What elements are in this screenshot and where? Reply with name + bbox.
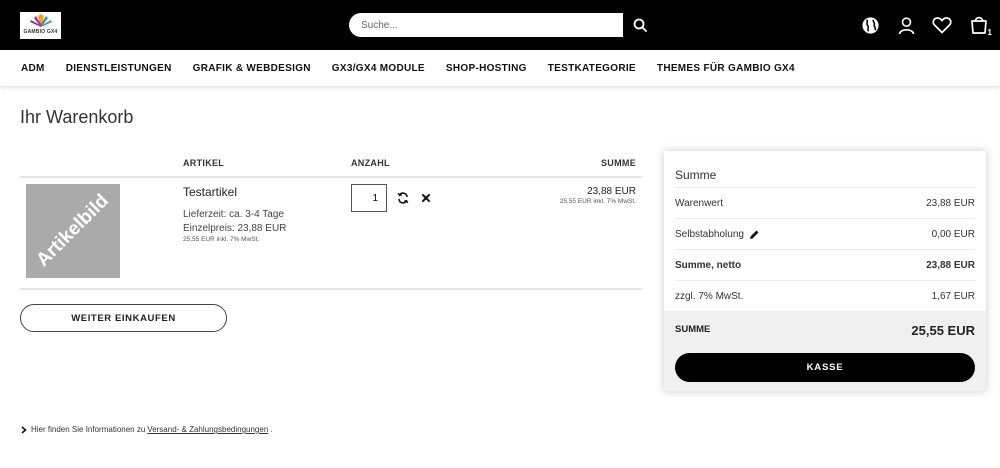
summary-row: Warenwert 23,88 EUR — [675, 187, 975, 218]
summary-row-value: 0,00 EUR — [931, 228, 975, 240]
column-header-sum: SUMME — [601, 158, 636, 168]
edit-shipping-button[interactable] — [749, 229, 760, 240]
account-button[interactable] — [895, 14, 917, 36]
pencil-icon — [749, 230, 759, 239]
shipping-info-prefix: Hier finden Sie Informationen zu — [31, 425, 146, 434]
user-icon — [898, 16, 914, 34]
logo-text: GAMBIO GX4 — [23, 29, 58, 35]
update-quantity-button[interactable] — [396, 191, 410, 205]
main-navigation: ADM DIENSTLEISTUNGEN GRAFIK & WEBDESIGN … — [0, 50, 1000, 86]
heart-icon — [932, 17, 952, 34]
search-input[interactable] — [349, 13, 623, 37]
summary-row-label: Warenwert — [675, 197, 723, 209]
summary-total-section: SUMME 25,55 EUR KASSE — [664, 311, 986, 391]
close-icon — [422, 194, 430, 202]
summary-row-label-wrap: Selbstabholung — [675, 229, 760, 240]
column-header-article: ARTIKEL — [183, 158, 225, 168]
shipping-info-note: Hier finden Sie Informationen zu Versand… — [20, 425, 273, 434]
item-sum: 23,88 EUR — [587, 186, 636, 197]
page-title: Ihr Warenkorb — [20, 107, 134, 127]
item-sum-tax-note: 25,55 EUR inkl. 7% MwSt. — [559, 198, 636, 205]
nav-item-shop-hosting[interactable]: SHOP-HOSTING — [446, 63, 527, 74]
chevron-right-icon — [21, 425, 27, 434]
cart-icon — [971, 16, 987, 34]
shop-logo[interactable]: GAMBIO GX4 — [20, 12, 61, 39]
nav-item-grafik-webdesign[interactable]: GRAFIK & WEBDESIGN — [193, 63, 311, 74]
language-button[interactable] — [859, 14, 881, 36]
summary-title: Summe — [675, 168, 717, 182]
total-label: SUMME — [675, 324, 711, 335]
summary-row: zzgl. 7% MwSt. 1,67 EUR — [675, 280, 975, 311]
nav-item-testkategorie[interactable]: TESTKATEGORIE — [548, 63, 636, 74]
delivery-time: Lieferzeit: ca. 3-4 Tage — [183, 209, 284, 220]
globe-icon — [861, 16, 879, 34]
checkout-button[interactable]: KASSE — [675, 353, 975, 382]
flower-logo-icon — [29, 14, 52, 27]
unit-price-tax-note: 25,55 EUR inkl. 7% MwSt. — [183, 236, 260, 243]
nav-item-themes[interactable]: THEMES FÜR GAMBIO GX4 — [657, 63, 795, 74]
product-image-placeholder-text: Artikelbild — [32, 190, 113, 271]
search-button[interactable] — [628, 14, 652, 36]
search-icon — [633, 18, 647, 32]
top-header: GAMBIO GX4 1 — [0, 0, 1000, 50]
table-divider — [20, 176, 643, 178]
order-summary: Summe Warenwert 23,88 EUR Selbstabholung… — [664, 151, 986, 391]
shipping-terms-link[interactable]: Versand- & Zahlungsbedingungen — [147, 425, 268, 434]
summary-row-label: zzgl. 7% MwSt. — [675, 290, 744, 302]
summary-row-label: Summe, netto — [675, 259, 742, 271]
summary-row: Summe, netto 23,88 EUR — [675, 249, 975, 280]
remove-item-button[interactable] — [419, 191, 433, 205]
cart-count-badge: 1 — [987, 28, 992, 37]
quantity-input[interactable] — [351, 184, 387, 212]
nav-item-dienstleistungen[interactable]: DIENSTLEISTUNGEN — [66, 63, 172, 74]
cart-button[interactable]: 1 — [966, 14, 992, 37]
unit-price: Einzelpreis: 23,88 EUR — [183, 223, 287, 234]
table-divider — [20, 288, 643, 290]
product-name-link[interactable]: Testartikel — [183, 185, 237, 199]
summary-row-value: 23,88 EUR — [926, 197, 975, 209]
summary-row: Selbstabholung 0,00 EUR — [675, 218, 975, 249]
summary-row-value: 1,67 EUR — [931, 290, 975, 302]
summary-row-value: 23,88 EUR — [926, 259, 975, 271]
nav-item-adm[interactable]: ADM — [21, 63, 45, 74]
refresh-icon — [397, 192, 409, 204]
column-header-quantity: ANZAHL — [351, 158, 390, 168]
summary-row-label: Selbstabholung — [675, 228, 744, 240]
wishlist-button[interactable] — [931, 14, 953, 36]
nav-item-gx-module[interactable]: GX3/GX4 MODULE — [332, 63, 425, 74]
total-value: 25,55 EUR — [911, 323, 975, 338]
product-image[interactable]: Artikelbild — [26, 184, 120, 278]
shipping-info-suffix: . — [270, 425, 273, 434]
continue-shopping-button[interactable]: WEITER EINKAUFEN — [20, 304, 227, 332]
